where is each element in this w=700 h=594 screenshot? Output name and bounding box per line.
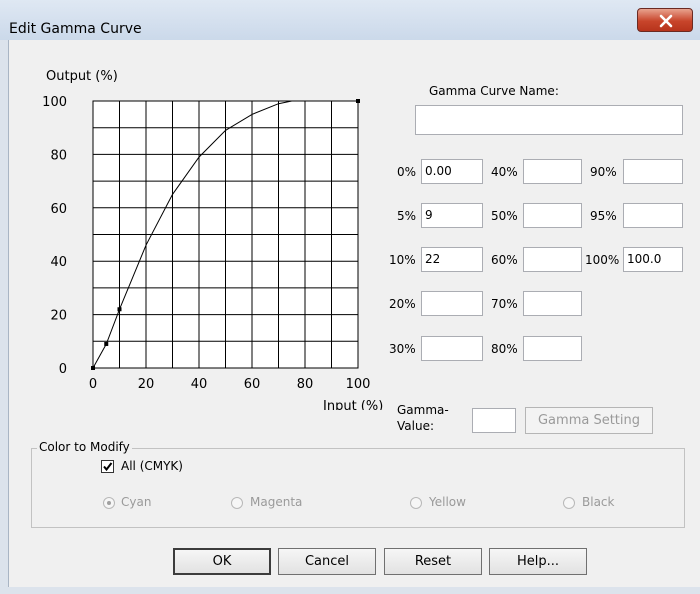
point-50-label: 50% [491, 209, 518, 223]
point-0-field[interactable]: 0.00 [421, 159, 483, 184]
x-tick-labels: 0 20 40 60 80 100 [89, 377, 371, 392]
y-tick-label: 20 [50, 309, 67, 324]
point-90-label: 90% [590, 165, 617, 179]
x-tick-label: 40 [191, 377, 208, 392]
dialog-window: Edit Gamma Curve Output (%) Input (%) 10… [0, 0, 700, 594]
point-50-field[interactable] [523, 203, 582, 228]
x-tick-label: 100 [346, 377, 371, 392]
point-95-field[interactable] [623, 203, 683, 228]
gamma-value-label-line1: Gamma- [397, 403, 449, 417]
point-10-label: 10% [389, 253, 416, 267]
x-tick-label: 60 [244, 377, 261, 392]
cancel-button[interactable]: Cancel [278, 548, 376, 575]
gamma-value-label-line2: Value: [397, 419, 434, 433]
gamma-setting-button[interactable]: Gamma Setting [525, 407, 653, 434]
point-100-label: 100% [585, 253, 620, 267]
curve-point-marker[interactable] [91, 366, 95, 370]
y-tick-label: 60 [50, 202, 67, 217]
radio-yellow-label: Yellow [429, 495, 466, 509]
radio-yellow[interactable] [410, 497, 422, 509]
point-5-field[interactable]: 9 [421, 203, 483, 228]
point-20-label: 20% [389, 297, 416, 311]
point-10-field[interactable]: 22 [421, 247, 483, 272]
radio-magenta[interactable] [231, 497, 243, 509]
y-tick-label: 80 [50, 148, 67, 163]
point-90-field[interactable] [623, 159, 683, 184]
gamma-curve-name-field[interactable] [415, 105, 683, 135]
radio-cyan-label: Cyan [121, 495, 152, 509]
radio-magenta-label: Magenta [250, 495, 303, 509]
checkmark-icon [103, 462, 113, 472]
point-30-field[interactable] [421, 336, 483, 361]
curve-point-marker[interactable] [104, 341, 109, 346]
window-title: Edit Gamma Curve [9, 21, 142, 37]
window-bottom-frame [0, 587, 700, 594]
chart-grid [92, 100, 359, 369]
point-5-label: 5% [397, 209, 417, 223]
ok-button[interactable]: OK [173, 548, 271, 575]
point-30-label: 30% [389, 342, 416, 356]
curve-point-marker[interactable] [356, 99, 360, 103]
point-0-label: 0% [397, 165, 417, 179]
point-95-label: 95% [590, 209, 617, 223]
radio-black[interactable] [563, 497, 575, 509]
x-tick-label: 0 [89, 377, 97, 392]
close-button[interactable] [637, 8, 693, 32]
close-icon [659, 14, 673, 28]
point-60-label: 60% [491, 253, 518, 267]
point-40-label: 40% [491, 165, 518, 179]
point-20-field[interactable] [421, 291, 483, 316]
reset-button[interactable]: Reset [384, 548, 482, 575]
point-80-label: 80% [491, 342, 518, 356]
help-button[interactable]: Help... [489, 548, 587, 575]
all-cmyk-label: All (CMYK) [121, 459, 183, 473]
point-70-field[interactable] [523, 291, 582, 316]
radio-black-label: Black [582, 495, 615, 509]
x-axis-label: Input (%) [323, 399, 383, 410]
y-axis-label: Output (%) [46, 69, 118, 84]
gamma-value-field[interactable] [472, 408, 516, 433]
curve-point-marker[interactable] [117, 307, 122, 312]
all-cmyk-checkbox[interactable] [101, 460, 114, 473]
gamma-curve-name-label: Gamma Curve Name: [429, 84, 559, 98]
color-to-modify-legend: Color to Modify [37, 440, 132, 454]
point-60-field[interactable] [523, 247, 582, 272]
x-tick-label: 80 [297, 377, 314, 392]
y-tick-labels: 100 80 60 40 20 0 [42, 95, 67, 377]
point-80-field[interactable] [523, 336, 582, 361]
point-100-field[interactable]: 100.0 [623, 247, 683, 272]
y-tick-label: 0 [59, 362, 67, 377]
y-tick-label: 40 [50, 255, 67, 270]
point-70-label: 70% [491, 297, 518, 311]
radio-cyan[interactable] [103, 497, 115, 509]
gamma-curve-chart[interactable]: Output (%) Input (%) 100 80 60 40 20 0 0 20 40 6… [0, 40, 400, 410]
point-40-field[interactable] [523, 159, 582, 184]
title-bar[interactable]: Edit Gamma Curve [0, 0, 700, 40]
x-tick-label: 20 [138, 377, 155, 392]
y-tick-label: 100 [42, 95, 67, 110]
